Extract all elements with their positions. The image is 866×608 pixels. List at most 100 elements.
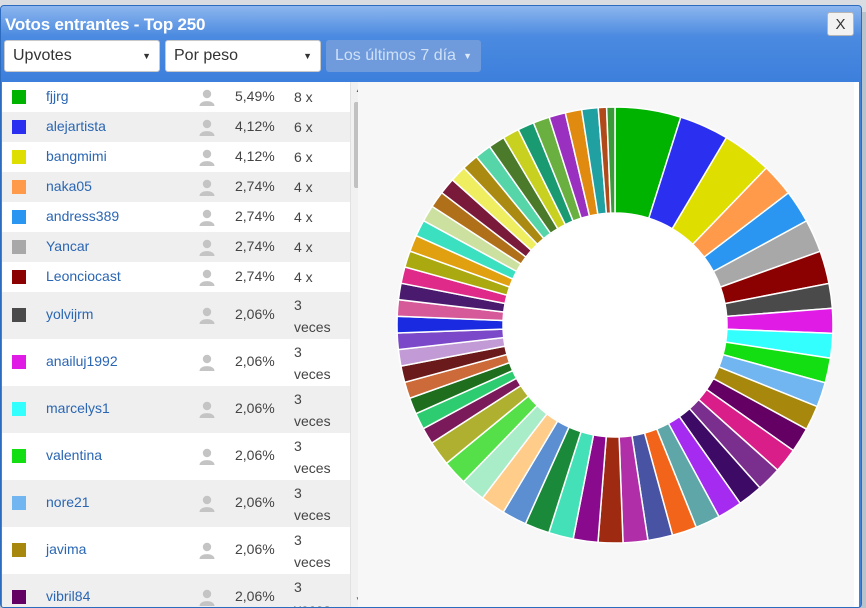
vote-percent: 4,12% (235, 118, 275, 134)
user-avatar-icon[interactable] (198, 118, 216, 136)
vote-percent: 2,06% (235, 306, 275, 322)
color-swatch (12, 180, 26, 194)
voter-name-link[interactable]: Yancar (46, 238, 89, 254)
voter-name-link[interactable]: marcelys1 (46, 400, 110, 416)
user-avatar-icon[interactable] (198, 208, 216, 226)
chevron-down-icon: ▼ (142, 51, 151, 61)
vote-count: 6 x (294, 149, 313, 165)
color-swatch (12, 210, 26, 224)
user-avatar-icon[interactable] (198, 268, 216, 286)
user-avatar-icon[interactable] (198, 353, 216, 371)
vote-count: 3veces (294, 344, 331, 382)
user-avatar-icon[interactable] (198, 306, 216, 324)
vote-count: 4 x (294, 179, 313, 195)
vote-type-select-value: Upvotes (13, 47, 72, 64)
vote-percent: 2,06% (235, 588, 275, 604)
sort-order-select-value: Por peso (174, 47, 239, 64)
vote-count: 3veces (294, 579, 331, 607)
voter-name-link[interactable]: javima (46, 541, 86, 557)
dialog-content: fjjrg 5,49% 8 x alejartista 4,12% 6 x bangmimi… (2, 82, 859, 607)
donut-hole (504, 214, 726, 436)
vote-count: 3veces (294, 485, 331, 523)
user-avatar-icon[interactable] (198, 88, 216, 106)
user-avatar-icon[interactable] (198, 178, 216, 196)
vote-percent: 2,06% (235, 353, 275, 369)
vote-percent: 2,74% (235, 268, 275, 284)
chevron-down-icon: ▼ (303, 51, 312, 61)
color-swatch (12, 120, 26, 134)
color-swatch (12, 270, 26, 284)
user-avatar-icon[interactable] (198, 238, 216, 256)
vote-count: 8 x (294, 89, 313, 105)
voter-name-link[interactable]: alejartista (46, 118, 106, 134)
vote-count: 4 x (294, 269, 313, 285)
incoming-votes-dialog: Votos entrantes - Top 250 X Upvotes ▼ Po… (0, 5, 862, 608)
voter-row: nore21 2,06% 3 veces (2, 480, 350, 527)
vote-percent: 4,12% (235, 148, 275, 164)
color-swatch (12, 402, 26, 416)
dialog-title: Votos entrantes - Top 250 (5, 15, 206, 34)
user-avatar-icon[interactable] (198, 148, 216, 166)
color-swatch (12, 240, 26, 254)
voter-row: andress389 2,74% 4 x (2, 202, 350, 232)
vote-percent: 2,06% (235, 494, 275, 510)
vote-count: 4 x (294, 209, 313, 225)
color-swatch (12, 449, 26, 463)
voter-list: fjjrg 5,49% 8 x alejartista 4,12% 6 x bangmimi… (2, 82, 350, 607)
voter-name-link[interactable]: vibril84 (46, 588, 90, 604)
vote-percent: 2,74% (235, 238, 275, 254)
voter-row: alejartista 4,12% 6 x (2, 112, 350, 142)
vote-count: 4 x (294, 239, 313, 255)
dialog-header: Votos entrantes - Top 250 X Upvotes ▼ Po… (1, 6, 861, 82)
color-swatch (12, 90, 26, 104)
vote-count: 3veces (294, 532, 331, 570)
user-avatar-icon[interactable] (198, 588, 216, 606)
voter-name-link[interactable]: Leonciocast (46, 268, 121, 284)
voter-name-link[interactable]: yolvijrm (46, 306, 93, 322)
vote-percent: 5,49% (235, 88, 275, 104)
color-swatch (12, 150, 26, 164)
voter-name-link[interactable]: bangmimi (46, 148, 107, 164)
voter-name-link[interactable]: nore21 (46, 494, 90, 510)
voter-row: vibril84 2,06% 3veces (2, 574, 350, 607)
voter-row: javima 2,06% 3 veces (2, 527, 350, 574)
color-swatch (12, 543, 26, 557)
voter-row: yolvijrm 2,06% 3 veces (2, 292, 350, 339)
user-avatar-icon[interactable] (198, 541, 216, 559)
color-swatch (12, 355, 26, 369)
voter-row: Yancar 2,74% 4 x (2, 232, 350, 262)
user-avatar-icon[interactable] (198, 400, 216, 418)
donut-chart (396, 106, 834, 544)
period-select[interactable]: Los últimos 7 día ▼ (326, 40, 481, 72)
vote-percent: 2,06% (235, 400, 275, 416)
voter-name-link[interactable]: fjjrg (46, 88, 69, 104)
vote-count: 3veces (294, 391, 331, 429)
vote-type-select[interactable]: Upvotes ▼ (4, 40, 160, 72)
vote-percent: 2,74% (235, 178, 275, 194)
close-button[interactable]: X (827, 12, 854, 36)
sort-order-select[interactable]: Por peso ▼ (165, 40, 321, 72)
vote-percent: 2,74% (235, 208, 275, 224)
user-avatar-icon[interactable] (198, 447, 216, 465)
vote-count: 3veces (294, 438, 331, 476)
user-avatar-icon[interactable] (198, 494, 216, 512)
voter-name-link[interactable]: andress389 (46, 208, 119, 224)
period-select-value: Los últimos 7 día (335, 47, 456, 64)
donut-chart-panel (358, 82, 854, 607)
vote-count: 3veces (294, 297, 331, 335)
color-swatch (12, 496, 26, 510)
voter-row: anailuj1992 2,06% 3 veces (2, 339, 350, 386)
voter-name-link[interactable]: valentina (46, 447, 102, 463)
voter-row: bangmimi 4,12% 6 x (2, 142, 350, 172)
color-swatch (12, 590, 26, 604)
vote-percent: 2,06% (235, 447, 275, 463)
voter-row: valentina 2,06% 3 veces (2, 433, 350, 480)
voter-row: Leonciocast 2,74% 4 x (2, 262, 350, 292)
vote-percent: 2,06% (235, 541, 275, 557)
vote-count: 6 x (294, 119, 313, 135)
voter-row: fjjrg 5,49% 8 x (2, 82, 350, 112)
color-swatch (12, 308, 26, 322)
voter-name-link[interactable]: naka05 (46, 178, 92, 194)
voter-row: naka05 2,74% 4 x (2, 172, 350, 202)
voter-name-link[interactable]: anailuj1992 (46, 353, 118, 369)
